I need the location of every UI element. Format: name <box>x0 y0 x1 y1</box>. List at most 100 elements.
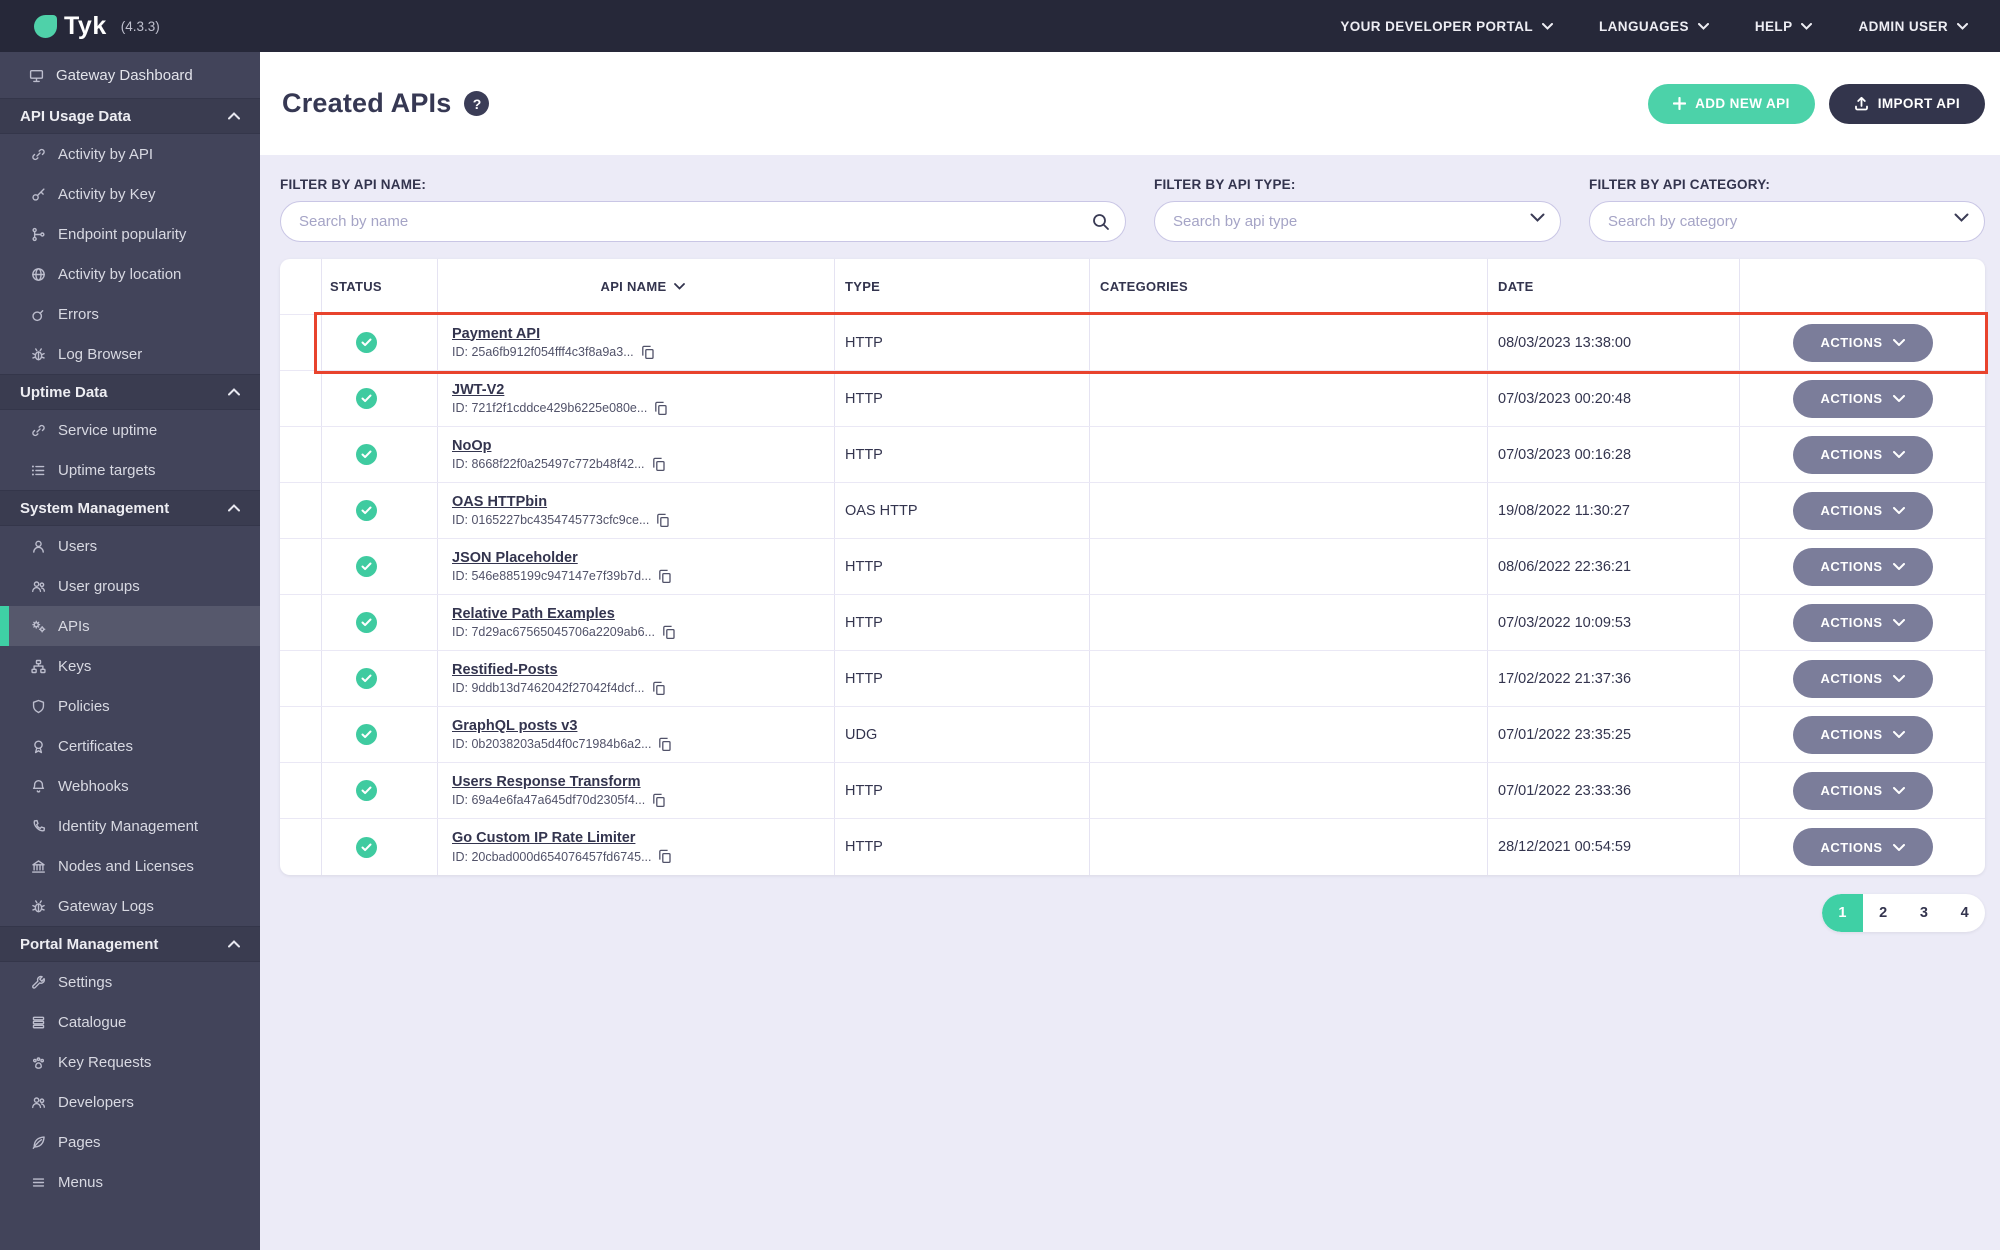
status-active-icon <box>356 724 377 745</box>
sidebar-item-activity-by-api[interactable]: Activity by API <box>0 134 260 174</box>
sidebar-item-activity-by-key[interactable]: Activity by Key <box>0 174 260 214</box>
copy-icon[interactable] <box>656 513 670 528</box>
actions-button[interactable]: ACTIONS <box>1792 435 1933 474</box>
column-header-api-name[interactable]: API NAME <box>601 279 667 294</box>
api-name-link[interactable]: JWT-V2 <box>452 382 504 398</box>
plus-icon <box>1673 97 1687 110</box>
search-by-api-type-select[interactable] <box>1154 201 1561 242</box>
actions-button[interactable]: ACTIONS <box>1792 659 1933 698</box>
menu-help[interactable]: HELP <box>1755 19 1813 34</box>
sidebar-item-certificates[interactable]: Certificates <box>0 726 260 766</box>
sidebar-item-developers[interactable]: Developers <box>0 1082 260 1122</box>
link-icon <box>30 423 47 438</box>
copy-icon[interactable] <box>641 345 655 360</box>
api-name-link[interactable]: Restified-Posts <box>452 662 558 678</box>
api-name-link[interactable]: OAS HTTPbin <box>452 494 547 510</box>
api-id: ID: 0b2038203a5d4f0c71984b6a2... <box>452 737 652 751</box>
add-new-api-button[interactable]: ADD NEW API <box>1648 83 1815 124</box>
api-type: HTTP <box>845 782 883 799</box>
actions-button[interactable]: ACTIONS <box>1792 771 1933 810</box>
copy-icon[interactable] <box>652 793 666 808</box>
sidebar-item-catalogue[interactable]: Catalogue <box>0 1002 260 1042</box>
menu-languages[interactable]: LANGUAGES <box>1599 19 1709 34</box>
copy-icon[interactable] <box>658 737 672 752</box>
page-button-4[interactable]: 4 <box>1944 894 1985 932</box>
chevron-down-icon[interactable] <box>1954 213 1969 222</box>
help-icon[interactable]: ? <box>464 91 490 116</box>
sidebar-item-activity-by-location[interactable]: Activity by location <box>0 254 260 294</box>
api-name-link[interactable]: NoOp <box>452 438 491 454</box>
api-name-link[interactable]: Relative Path Examples <box>452 606 615 622</box>
sidebar-item-pages[interactable]: Pages <box>0 1122 260 1162</box>
actions-button[interactable]: ACTIONS <box>1792 323 1933 362</box>
sidebar-item-key-requests[interactable]: Key Requests <box>0 1042 260 1082</box>
sidebar-item-keys[interactable]: Keys <box>0 646 260 686</box>
sidebar-item-nodes-and-licenses[interactable]: Nodes and Licenses <box>0 846 260 886</box>
sidebar-item-identity-management[interactable]: Identity Management <box>0 806 260 846</box>
actions-button[interactable]: ACTIONS <box>1792 828 1933 866</box>
sidebar-item-errors[interactable]: Errors <box>0 294 260 334</box>
api-id: ID: 69a4e6fa47a645df70d2305f4... <box>452 793 646 807</box>
menu-label: HELP <box>1754 18 1793 34</box>
monitor-icon <box>28 68 45 83</box>
search-by-category-select[interactable] <box>1589 201 1985 242</box>
sidebar-section-portal-management[interactable]: Portal Management <box>0 926 260 962</box>
bomb-icon <box>30 307 47 322</box>
page-button-2[interactable]: 2 <box>1863 894 1904 932</box>
api-type: HTTP <box>845 334 883 351</box>
sidebar-item-user-groups[interactable]: User groups <box>0 566 260 606</box>
sidebar-item-service-uptime[interactable]: Service uptime <box>0 410 260 450</box>
sidebar-item-menus[interactable]: Menus <box>0 1162 260 1202</box>
chevron-down-icon <box>1892 787 1905 794</box>
sidebar-item-endpoint-popularity[interactable]: Endpoint popularity <box>0 214 260 254</box>
api-name-link[interactable]: Users Response Transform <box>452 774 641 790</box>
phone-icon <box>30 819 47 834</box>
sidebar-item-log-browser[interactable]: Log Browser <box>0 334 260 374</box>
copy-icon[interactable] <box>662 625 676 640</box>
copy-icon[interactable] <box>654 401 668 416</box>
api-name-link[interactable]: JSON Placeholder <box>452 550 578 566</box>
copy-icon[interactable] <box>652 681 666 696</box>
copy-icon[interactable] <box>658 849 672 864</box>
sort-chevron-icon[interactable] <box>674 283 686 290</box>
actions-label: ACTIONS <box>1820 503 1883 518</box>
actions-button[interactable]: ACTIONS <box>1792 547 1933 586</box>
search-icon[interactable] <box>1092 213 1110 231</box>
sidebar-item-gateway-dashboard[interactable]: Gateway Dashboard <box>0 52 260 98</box>
sidebar-item-uptime-targets[interactable]: Uptime targets <box>0 450 260 490</box>
api-date: 08/03/2023 13:38:00 <box>1498 334 1632 351</box>
import-api-label: IMPORT API <box>1877 96 1960 111</box>
sidebar-section-system-management[interactable]: System Management <box>0 490 260 526</box>
actions-button[interactable]: ACTIONS <box>1792 715 1933 754</box>
copy-icon[interactable] <box>652 457 666 472</box>
api-name-link[interactable]: GraphQL posts v3 <box>452 718 577 734</box>
sidebar-item-settings[interactable]: Settings <box>0 962 260 1002</box>
tyk-logo[interactable]: Tyk <box>34 12 107 41</box>
copy-icon[interactable] <box>658 569 672 584</box>
actions-button[interactable]: ACTIONS <box>1792 379 1933 418</box>
sidebar-item-webhooks[interactable]: Webhooks <box>0 766 260 806</box>
topbar-menu: YOUR DEVELOPER PORTAL LANGUAGES HELP ADM… <box>1340 19 1968 34</box>
chevron-down-icon[interactable] <box>1530 213 1545 222</box>
user-icon <box>30 539 47 554</box>
chevron-down-icon <box>1697 22 1709 30</box>
menu-admin-user[interactable]: ADMIN USER <box>1858 19 1968 34</box>
search-by-name-input[interactable] <box>280 201 1126 242</box>
menu-developer-portal[interactable]: YOUR DEVELOPER PORTAL <box>1340 19 1554 34</box>
api-name-link[interactable]: Go Custom IP Rate Limiter <box>452 830 635 846</box>
page-button-1[interactable]: 1 <box>1822 894 1863 932</box>
sidebar-item-policies[interactable]: Policies <box>0 686 260 726</box>
import-api-button[interactable]: IMPORT API <box>1828 83 1985 124</box>
sidebar: Gateway Dashboard API Usage Data Activit… <box>0 52 260 1250</box>
sidebar-item-apis[interactable]: APIs <box>0 606 260 646</box>
sidebar-item-label: Settings <box>58 973 113 991</box>
sidebar-section-uptime-data[interactable]: Uptime Data <box>0 374 260 410</box>
sidebar-item-gateway-logs[interactable]: Gateway Logs <box>0 886 260 926</box>
actions-button[interactable]: ACTIONS <box>1792 603 1933 642</box>
actions-button[interactable]: ACTIONS <box>1792 491 1933 530</box>
sidebar-section-api-usage-data[interactable]: API Usage Data <box>0 98 260 134</box>
api-name-link[interactable]: Payment API <box>452 326 540 342</box>
status-active-icon <box>356 780 377 801</box>
sidebar-item-users[interactable]: Users <box>0 526 260 566</box>
page-button-3[interactable]: 3 <box>1904 894 1945 932</box>
